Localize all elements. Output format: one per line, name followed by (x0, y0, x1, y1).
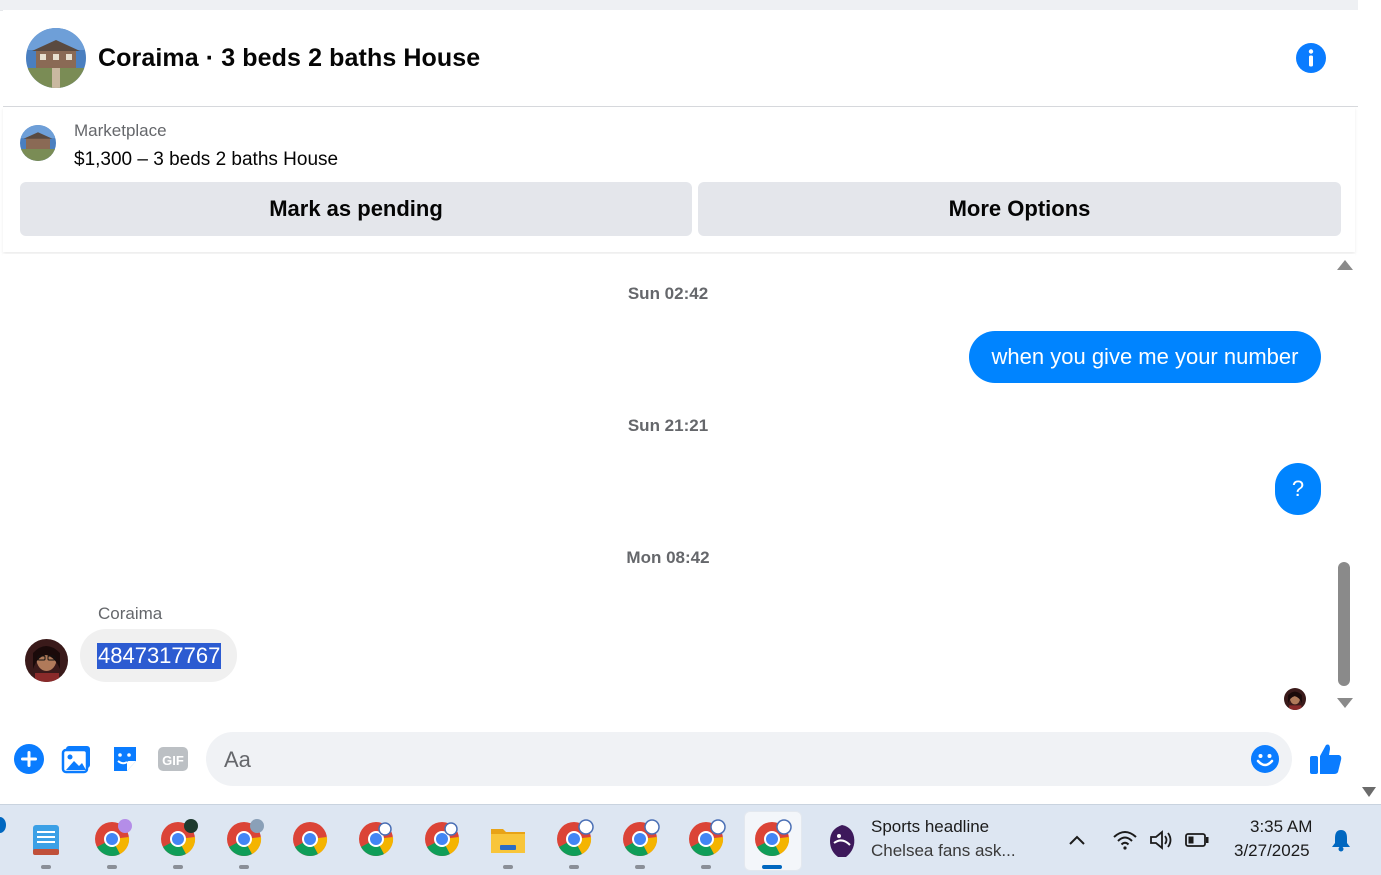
chrome-icon (689, 819, 726, 856)
chevron-up-icon[interactable] (1064, 827, 1090, 853)
taskbar-file-explorer-icon[interactable] (488, 819, 528, 869)
taskbar-running-indicator (41, 865, 51, 869)
notepad-icon (33, 825, 59, 855)
timestamp: Sun 02:42 (627, 284, 709, 303)
chrome-icon (623, 819, 660, 856)
taskbar-chrome-icon[interactable] (422, 819, 462, 859)
notification-bell-icon[interactable] (1328, 827, 1354, 853)
conversation-header: Coraima · 3 beds 2 baths House (3, 10, 1358, 107)
message-scrollbar[interactable] (1333, 254, 1355, 714)
chrome-icon (227, 819, 264, 856)
taskbar-chrome-icon[interactable] (158, 819, 198, 869)
battery-icon[interactable] (1184, 827, 1210, 853)
listing-thumbnail[interactable] (20, 125, 56, 161)
conversation-title: Coraima · 3 beds 2 baths House (98, 44, 481, 72)
mark-as-pending-button[interactable]: Mark as pending (20, 182, 692, 236)
message-composer: GIF (0, 716, 1358, 804)
chrome-icon (359, 822, 394, 856)
listing-avatar[interactable] (26, 28, 86, 88)
chrome-icon (161, 819, 198, 856)
profile-photo-icon (1284, 688, 1306, 710)
gif-label: GIF (162, 753, 184, 768)
widget-edge-indicator (0, 817, 6, 833)
gif-icon[interactable]: GIF (157, 743, 189, 775)
message-text: when you give me your number (991, 344, 1299, 369)
taskbar-active-indicator (762, 865, 782, 869)
taskbar-chrome-icon[interactable] (356, 819, 396, 859)
news-widget-title[interactable]: Sports headline (871, 817, 989, 837)
timestamp: Mon 08:42 (626, 548, 710, 567)
taskbar-running-indicator (239, 865, 249, 869)
seen-indicator-avatar (1284, 688, 1306, 710)
taskbar-running-indicator (701, 865, 711, 869)
chrome-icon (557, 819, 594, 856)
taskbar-chrome-icon[interactable] (224, 819, 264, 869)
taskbar-chrome-icon[interactable] (686, 819, 726, 869)
taskbar-chrome-icon[interactable] (290, 819, 330, 859)
more-options-button[interactable]: More Options (698, 182, 1341, 236)
marketplace-listing-panel: Marketplace $1,300 – 3 beds 2 baths Hous… (3, 107, 1355, 252)
window-right-margin (1358, 0, 1381, 804)
taskbar-notepad-icon[interactable] (26, 819, 66, 869)
message-text[interactable]: 4847317767 (97, 643, 222, 669)
chrome-icon (425, 822, 460, 856)
message-thread[interactable]: Sun 02:42 when you give me your number S… (3, 254, 1333, 714)
taskbar-chrome-icon[interactable] (554, 819, 594, 869)
taskbar-chrome-icon-active[interactable] (752, 819, 792, 869)
gif-icon-shape: GIF (158, 747, 188, 771)
marketplace-label: Marketplace (74, 121, 167, 140)
chrome-icon (293, 822, 328, 856)
listing-title[interactable]: $1,300 – 3 beds 2 baths House (74, 149, 338, 171)
scroll-up-arrow-icon[interactable] (1337, 260, 1353, 270)
outgoing-message[interactable]: ? (1275, 463, 1321, 515)
plus-icon[interactable] (13, 743, 45, 775)
windows-taskbar: Sports headline Chelsea fans ask... 3:35… (0, 804, 1381, 875)
premier-league-icon[interactable] (826, 823, 858, 859)
chrome-icon (755, 819, 792, 856)
folder-icon (491, 829, 525, 853)
window-top-strip (0, 0, 1381, 11)
sender-avatar[interactable] (25, 639, 68, 682)
clock-date[interactable]: 3/27/2025 (1234, 841, 1310, 861)
thumbs-up-icon[interactable] (1308, 741, 1344, 777)
message-input-wrapper (206, 732, 1292, 788)
message-input[interactable] (222, 732, 1246, 788)
timestamp: Sun 21:21 (627, 416, 709, 435)
info-icon[interactable] (1296, 43, 1326, 73)
taskbar-running-indicator (503, 865, 513, 869)
taskbar-running-indicator (107, 865, 117, 869)
profile-photo-icon (25, 639, 68, 682)
taskbar-chrome-icon[interactable] (620, 819, 660, 869)
message-text: ? (1291, 476, 1305, 501)
wifi-icon[interactable] (1112, 827, 1138, 853)
volume-icon[interactable] (1148, 827, 1174, 853)
scrollbar-thumb[interactable] (1338, 562, 1350, 686)
outgoing-message[interactable]: when you give me your number (969, 331, 1321, 383)
house-photo-icon (26, 28, 86, 88)
house-photo-icon (20, 125, 56, 161)
taskbar-running-indicator (173, 865, 183, 869)
news-widget-subtitle[interactable]: Chelsea fans ask... (871, 841, 1016, 861)
incoming-message[interactable]: 4847317767 (80, 629, 237, 682)
emoji-icon[interactable] (1250, 744, 1280, 774)
chrome-icon (95, 819, 132, 856)
sticker-icon[interactable] (109, 743, 141, 775)
scroll-down-arrow-icon[interactable] (1337, 698, 1353, 708)
taskbar-chrome-icon[interactable] (92, 819, 132, 869)
taskbar-running-indicator (569, 865, 579, 869)
clock-time[interactable]: 3:35 AM (1250, 817, 1312, 837)
photo-icon[interactable] (61, 743, 93, 775)
taskbar-running-indicator (635, 865, 645, 869)
sender-name: Coraima (98, 604, 163, 623)
page-scroll-down-arrow-icon[interactable] (1362, 787, 1376, 797)
